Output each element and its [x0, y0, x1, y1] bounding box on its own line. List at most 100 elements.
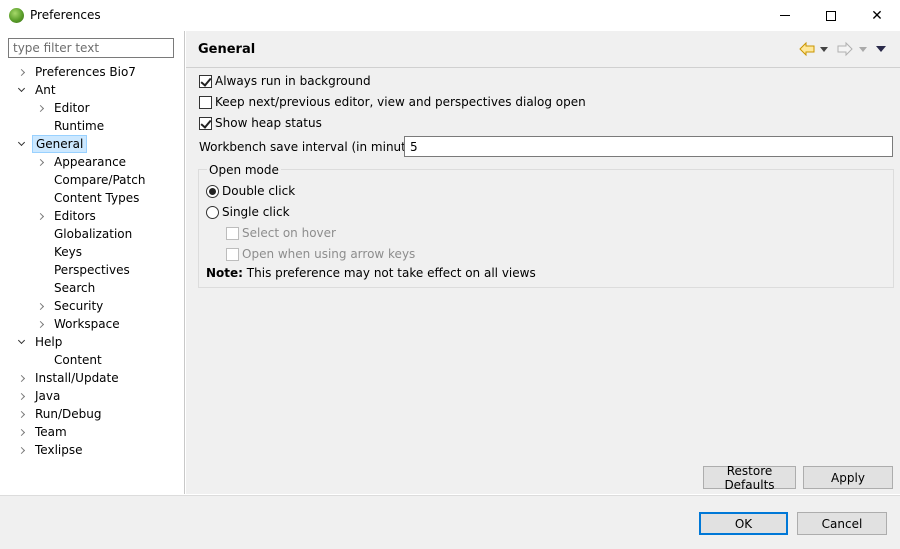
- tree-item[interactable]: Runtime: [51, 117, 107, 135]
- title-separator: [186, 67, 900, 68]
- apply-button[interactable]: Apply: [803, 466, 893, 489]
- radio-unselected-icon[interactable]: [206, 205, 219, 219]
- chevron-down-icon[interactable]: [15, 81, 27, 99]
- double-click-radio[interactable]: Double click: [206, 182, 295, 200]
- tree-item-label: Security: [54, 299, 104, 313]
- checkbox-label: Keep next/previous editor, view and pers…: [215, 95, 586, 109]
- tree-item[interactable]: Java: [17, 387, 63, 405]
- title-bar: Preferences ✕: [0, 0, 900, 31]
- tree-item-label: Install/Update: [35, 371, 119, 385]
- minimize-icon: [780, 15, 790, 16]
- radio-label: Single click: [222, 205, 290, 219]
- close-icon: ✕: [871, 7, 883, 24]
- tree-item-label: Appearance: [54, 155, 127, 169]
- tree-item[interactable]: General: [17, 135, 88, 153]
- tree-item-label: Run/Debug: [35, 407, 102, 421]
- chevron-right-icon[interactable]: [15, 423, 27, 441]
- chevron-glyph: [17, 392, 25, 400]
- chevron-down-icon[interactable]: [15, 333, 27, 351]
- preference-tree-pane: Preferences Bio7 Ant Editor Runtime General A…: [0, 31, 185, 494]
- window-title: Preferences: [30, 8, 101, 22]
- forward-history-dropdown-icon: [859, 47, 867, 52]
- chevron-glyph: [36, 104, 44, 112]
- radio-label: Double click: [222, 184, 296, 198]
- tree-item[interactable]: Preferences Bio7: [17, 63, 139, 81]
- tree-item[interactable]: Run/Debug: [17, 405, 105, 423]
- tree-item-label: Runtime: [54, 119, 105, 133]
- keep-dialog-open-checkbox[interactable]: Keep next/previous editor, view and pers…: [199, 93, 586, 111]
- view-menu-icon[interactable]: [876, 46, 886, 52]
- chevron-right-icon[interactable]: [34, 315, 46, 333]
- tree-item-label: Workspace: [54, 317, 120, 331]
- tree-item[interactable]: Content: [51, 351, 105, 369]
- preference-page: General Always run in background Keep ne…: [186, 31, 900, 494]
- tree-item[interactable]: Perspectives: [51, 261, 133, 279]
- note-message: This preference may not take effect on a…: [246, 266, 536, 280]
- open-arrow-keys-checkbox: Open when using arrow keys: [226, 245, 415, 263]
- tree-item[interactable]: Appearance: [36, 153, 129, 171]
- radio-selected-icon[interactable]: [206, 184, 219, 198]
- maximize-button[interactable]: [808, 0, 854, 31]
- tree-item-label: Ant: [35, 83, 56, 97]
- show-heap-status-checkbox[interactable]: Show heap status: [199, 114, 322, 132]
- tree-item-label: Preferences Bio7: [35, 65, 136, 79]
- tree-item[interactable]: Texlipse: [17, 441, 85, 459]
- tree-item-label: Search: [54, 281, 96, 295]
- tree-item-label: Perspectives: [54, 263, 130, 277]
- filter-input[interactable]: [8, 38, 174, 58]
- checkbox-checked-icon[interactable]: [199, 74, 212, 88]
- chevron-down-icon[interactable]: [15, 135, 27, 153]
- checkbox-checked-icon[interactable]: [199, 116, 212, 130]
- tree-item[interactable]: Globalization: [51, 225, 135, 243]
- checkbox-label: Open when using arrow keys: [242, 247, 416, 261]
- tree-item[interactable]: Compare/Patch: [51, 171, 148, 189]
- tree-item[interactable]: Install/Update: [17, 369, 122, 387]
- save-interval-input[interactable]: [404, 136, 893, 157]
- chevron-right-icon[interactable]: [34, 297, 46, 315]
- tree-item[interactable]: Content Types: [51, 189, 142, 207]
- chevron-right-icon[interactable]: [34, 207, 46, 225]
- dialog-button-bar: OK Cancel: [0, 495, 900, 549]
- arrow-right-icon: [837, 41, 853, 57]
- tree-item-label: Team: [35, 425, 67, 439]
- note-text: Note: This preference may not take effec…: [206, 266, 536, 280]
- checkbox-label: Select on hover: [242, 226, 336, 240]
- open-mode-title: Open mode: [207, 163, 281, 177]
- tree-item[interactable]: Workspace: [36, 315, 123, 333]
- tree-item-label: Editors: [54, 209, 96, 223]
- single-click-radio[interactable]: Single click: [206, 203, 290, 221]
- ok-button[interactable]: OK: [699, 512, 788, 535]
- tree-item[interactable]: Editor: [36, 99, 93, 117]
- tree-item-label: General: [32, 135, 88, 153]
- minimize-button[interactable]: [762, 0, 808, 31]
- checkbox-disabled-icon: [226, 226, 239, 240]
- back-history-dropdown-icon[interactable]: [820, 47, 828, 52]
- chevron-right-icon[interactable]: [15, 369, 27, 387]
- restore-defaults-button[interactable]: Restore Defaults: [703, 464, 796, 492]
- tree-item[interactable]: Keys: [51, 243, 85, 261]
- tree-item[interactable]: Help: [17, 333, 65, 351]
- cancel-button[interactable]: Cancel: [797, 512, 887, 535]
- chevron-right-icon[interactable]: [15, 387, 27, 405]
- chevron-right-icon[interactable]: [15, 441, 27, 459]
- chevron-right-icon[interactable]: [34, 153, 46, 171]
- note-label: Note:: [206, 266, 243, 280]
- tree-item[interactable]: Search: [51, 279, 98, 297]
- always-run-background-checkbox[interactable]: Always run in background: [199, 72, 371, 90]
- chevron-right-icon[interactable]: [15, 405, 27, 423]
- checkbox-label: Always run in background: [215, 74, 371, 88]
- tree-item[interactable]: Editors: [36, 207, 99, 225]
- chevron-glyph: [17, 446, 25, 454]
- tree-item-label: Editor: [54, 101, 90, 115]
- select-on-hover-checkbox: Select on hover: [226, 224, 336, 242]
- tree-item[interactable]: Security: [36, 297, 106, 315]
- chevron-right-icon[interactable]: [15, 63, 27, 81]
- tree-item-label: Content: [54, 353, 102, 367]
- tree-item[interactable]: Team: [17, 423, 70, 441]
- tree-item[interactable]: Ant: [17, 81, 59, 99]
- checkbox-unchecked-icon[interactable]: [199, 95, 212, 109]
- chevron-right-icon[interactable]: [34, 99, 46, 117]
- arrow-left-icon[interactable]: [799, 41, 815, 57]
- chevron-glyph: [17, 374, 25, 382]
- close-button[interactable]: ✕: [854, 0, 900, 31]
